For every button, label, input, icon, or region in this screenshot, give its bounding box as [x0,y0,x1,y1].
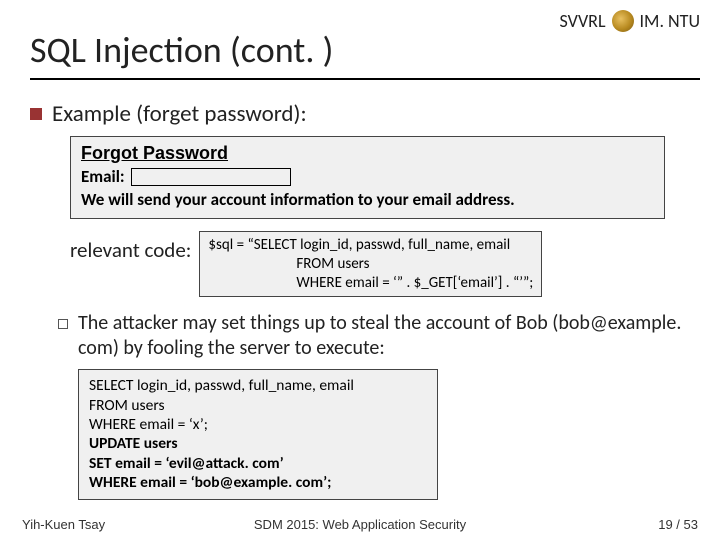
page-title: SQL Injection (cont. ) [30,28,333,72]
slide-body: Example (forget password): Forgot Passwo… [30,90,700,500]
header-right: SVVRL IM. NTU [560,10,700,32]
relevant-code-label: relevant code: [70,231,191,263]
sql-line-6: WHERE email = ‘bob@example. com’; [89,473,427,492]
sql-line-2: FROM users [89,396,427,415]
title-underline [30,78,700,80]
code-line-1: $sql = “SELECT login_id, passwd, full_na… [208,236,510,254]
logo-icon [612,10,634,32]
sql-line-3: WHERE email = ‘x’; [89,415,427,434]
sub-bullet-text: The attacker may set things up to steal … [78,311,700,361]
relevant-code-row: relevant code: $sql = “SELECT login_id, … [70,231,700,297]
footer-author: Yih-Kuen Tsay [22,517,105,532]
relevant-code-box: $sql = “SELECT login_id, passwd, full_na… [199,231,542,297]
org-name: IM. NTU [640,10,700,32]
footer-page: 19 / 53 [658,517,698,532]
forgot-password-info: We will send your account information to… [81,189,654,210]
footer-course: SDM 2015: Web Application Security [0,517,720,532]
slide: SVVRL IM. NTU SQL Injection (cont. ) Exa… [0,0,720,540]
code-line-3: WHERE email = ‘” . $_GET[‘email’] . “’”; [208,274,533,293]
lab-name: SVVRL [560,10,606,32]
forgot-password-title: Forgot Password [81,143,654,164]
email-row: Email: [81,166,654,187]
sql-line-1: SELECT login_id, passwd, full_name, emai… [89,376,427,395]
footer: Yih-Kuen Tsay SDM 2015: Web Application … [0,514,720,534]
sql-line-5: SET email = ‘evil@attack. com’ [89,454,427,473]
sql-line-4: UPDATE users [89,434,427,453]
sub-bullet-square-icon [58,319,68,329]
attack-sql-box: SELECT login_id, passwd, full_name, emai… [78,369,438,499]
email-label: Email: [81,166,125,187]
bullet-example: Example (forget password): [30,100,700,128]
email-field[interactable] [131,168,291,186]
bullet-square-icon [30,108,42,120]
bullet-text: Example (forget password): [52,100,307,128]
code-line-2: FROM users [208,255,533,274]
sub-bullet-attacker: The attacker may set things up to steal … [58,311,700,361]
forgot-password-box: Forgot Password Email: We will send your… [70,136,665,219]
